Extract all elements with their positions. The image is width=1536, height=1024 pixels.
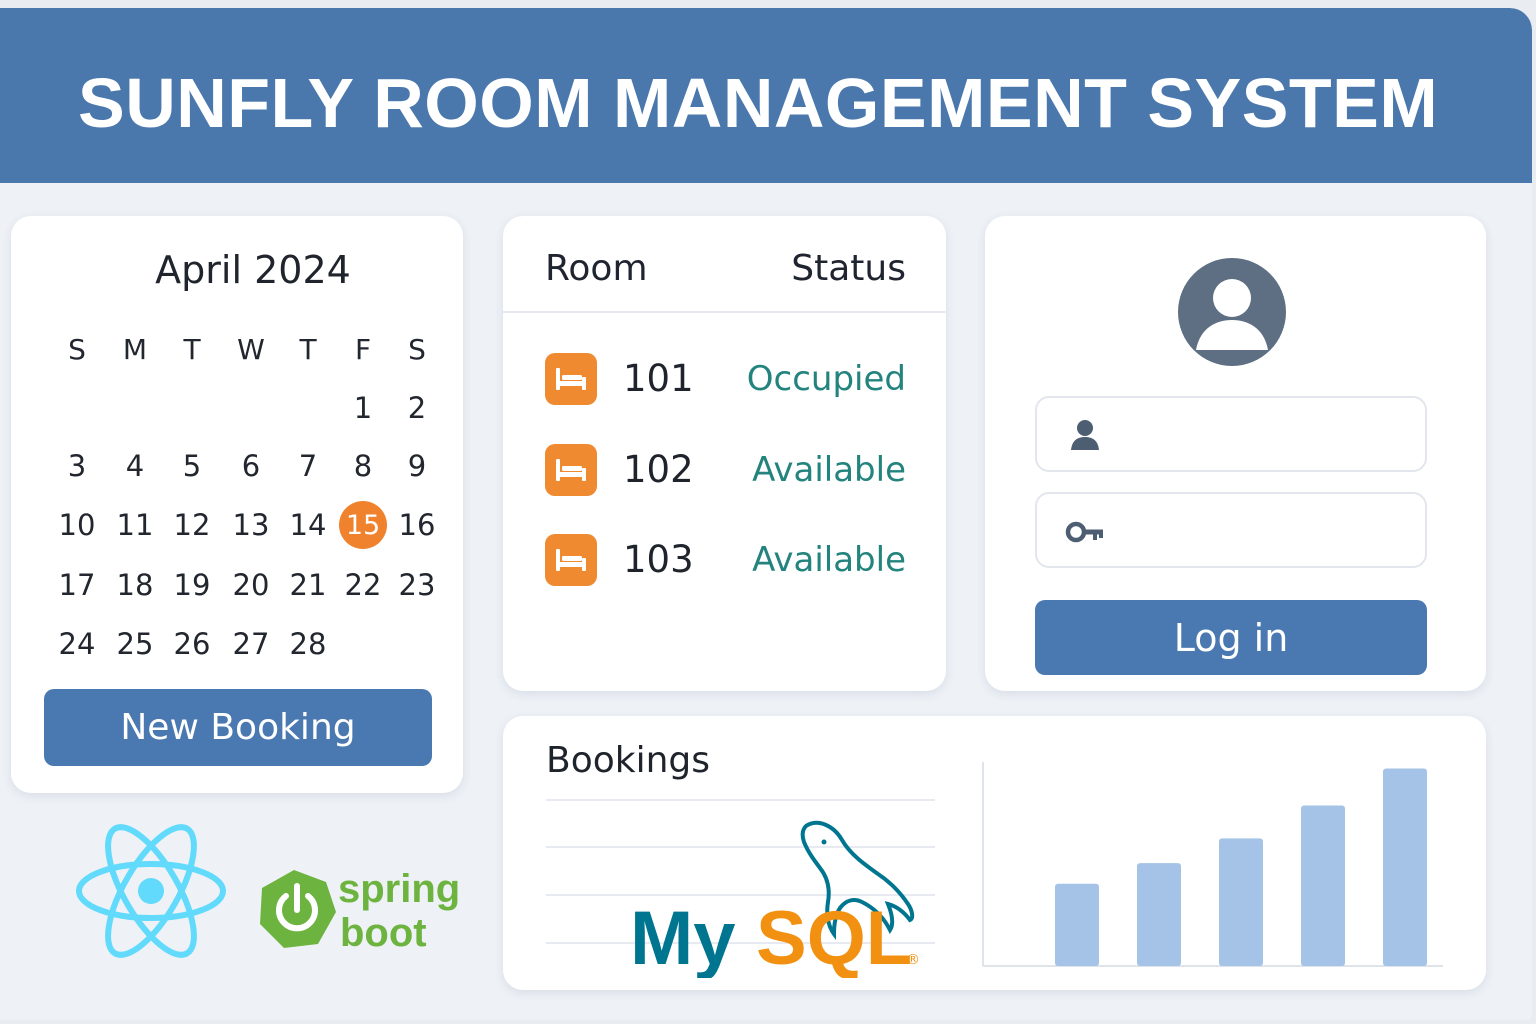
key-icon (1065, 512, 1105, 552)
app-window: SUNFLY ROOM MANAGEMENT SYSTEM April 2024… (0, 8, 1532, 1020)
calendar-day[interactable]: 1 (338, 383, 388, 433)
calendar-card: April 2024 S M T W T F S 1 2 3 4 5 6 7 8 9 10 11 12 13 14 15 1… (11, 216, 463, 793)
calendar-day[interactable]: 3 (52, 441, 102, 491)
calendar-day[interactable]: 25 (110, 619, 160, 669)
calendar-day[interactable]: 16 (392, 500, 442, 550)
chart-bar (1055, 883, 1099, 966)
calendar-day[interactable]: 14 (283, 500, 333, 550)
login-card: Log in (985, 216, 1486, 691)
boot-text: boot (340, 911, 427, 955)
username-input[interactable] (1117, 410, 1407, 458)
calendar-day[interactable]: 23 (392, 560, 442, 610)
calendar-day[interactable]: 2 (392, 383, 442, 433)
calendar-weekday-header: F (354, 332, 372, 366)
calendar-day[interactable]: 26 (167, 619, 217, 669)
user-icon (1065, 416, 1105, 456)
calendar-day[interactable]: 17 (52, 560, 102, 610)
spring-text: spring (338, 867, 460, 911)
room-table-header: Room Status (503, 216, 946, 313)
room-status-card: Room Status 101 Occupied 102 Available 103 Av… (503, 216, 946, 691)
room-number: 103 (623, 538, 694, 581)
calendar-weekday-header: T (299, 332, 317, 366)
calendar-day[interactable]: 21 (283, 560, 333, 610)
bookings-title: Bookings (546, 740, 711, 781)
username-field[interactable] (1035, 396, 1427, 472)
calendar-day[interactable]: 5 (167, 441, 217, 491)
mysql-registered-mark: ® (906, 952, 920, 968)
calendar-day[interactable]: 28 (283, 619, 333, 669)
spring-boot-logo: spring boot (256, 866, 486, 956)
mysql-logo: My SQL ® (628, 808, 928, 981)
calendar-day[interactable]: 27 (226, 619, 276, 669)
calendar-day[interactable]: 22 (338, 560, 388, 610)
react-logo (74, 820, 228, 962)
calendar-weekday-header: M (122, 332, 148, 366)
calendar-day-selected[interactable]: 15 (339, 501, 387, 549)
calendar-weekday-header: S (408, 332, 426, 366)
calendar-day[interactable]: 12 (167, 500, 217, 550)
avatar (1178, 258, 1286, 366)
calendar-day[interactable]: 13 (226, 500, 276, 550)
bed-icon (545, 444, 597, 496)
calendar-day[interactable]: 24 (52, 619, 102, 669)
room-number: 102 (623, 448, 694, 491)
room-number: 101 (623, 357, 694, 400)
calendar-day[interactable]: 6 (226, 441, 276, 491)
mysql-my-text: My (630, 896, 736, 978)
calendar-day[interactable]: 4 (110, 441, 160, 491)
mysql-sql-text: SQL (756, 896, 912, 978)
password-input[interactable] (1117, 506, 1407, 554)
calendar-grid: S M T W T F S 1 2 3 4 5 6 7 8 9 10 11 12 13 14 15 16 17 18 19 20 21… (11, 216, 463, 676)
calendar-day[interactable]: 19 (167, 560, 217, 610)
room-row[interactable]: 103 Available (503, 530, 946, 590)
calendar-day[interactable]: 11 (110, 500, 160, 550)
calendar-day[interactable]: 8 (338, 441, 388, 491)
calendar-day[interactable]: 7 (283, 441, 333, 491)
chart-bar (1383, 768, 1427, 966)
calendar-weekday-header: W (237, 332, 265, 366)
chart-bar (1301, 805, 1345, 966)
bookings-card: Bookings My SQL ® (503, 716, 1486, 990)
room-status: Available (752, 450, 906, 490)
password-field[interactable] (1035, 492, 1427, 568)
column-header-status: Status (791, 248, 906, 289)
room-status: Available (752, 540, 906, 580)
calendar-day[interactable]: 20 (226, 560, 276, 610)
room-status: Occupied (746, 359, 906, 399)
calendar-day[interactable]: 9 (392, 441, 442, 491)
bookings-bar-chart (982, 762, 1443, 967)
new-booking-button[interactable]: New Booking (44, 689, 432, 766)
room-row[interactable]: 102 Available (503, 440, 946, 500)
calendar-weekday-header: T (183, 332, 201, 366)
chart-bar (1137, 863, 1181, 966)
react-atom-icon (76, 824, 226, 958)
login-button[interactable]: Log in (1035, 600, 1427, 675)
app-header: SUNFLY ROOM MANAGEMENT SYSTEM (0, 8, 1532, 183)
column-header-room: Room (545, 248, 648, 289)
calendar-day[interactable]: 10 (52, 500, 102, 550)
user-avatar-icon (1196, 279, 1268, 350)
bed-icon (545, 353, 597, 405)
room-row[interactable]: 101 Occupied (503, 349, 946, 409)
bookings-divider (546, 799, 935, 801)
chart-bar (1219, 838, 1263, 966)
bed-icon (545, 534, 597, 586)
app-title: SUNFLY ROOM MANAGEMENT SYSTEM (78, 64, 1439, 142)
calendar-day[interactable]: 18 (110, 560, 160, 610)
calendar-weekday-header: S (68, 332, 86, 366)
